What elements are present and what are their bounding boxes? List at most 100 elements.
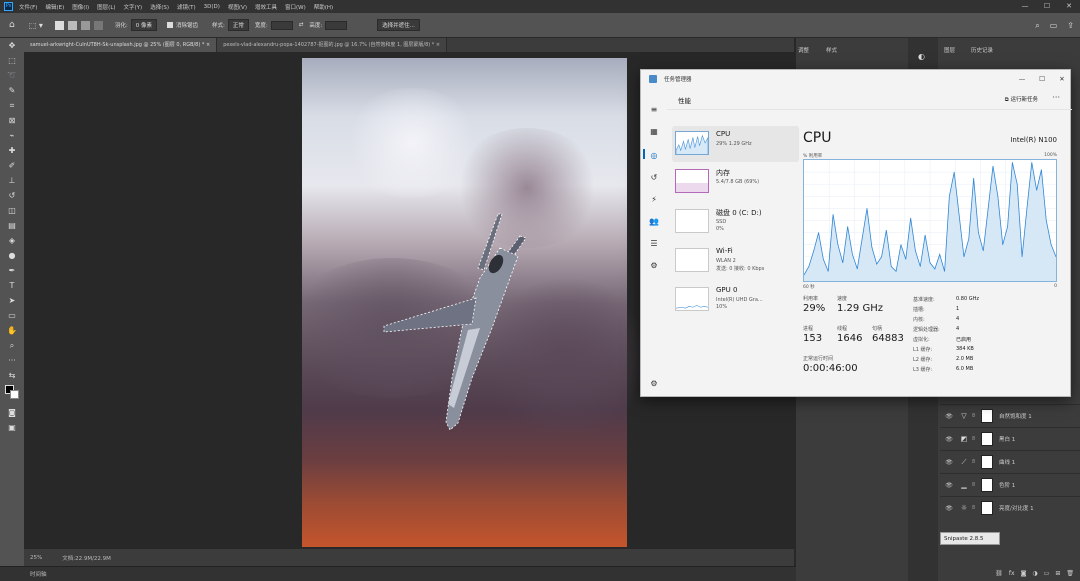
new-group-icon[interactable]: ▭ xyxy=(1044,570,1050,577)
resource-memory[interactable]: 内存 5.4/7.8 GB (69%) xyxy=(672,164,799,200)
add-mask-icon[interactable]: ◙ xyxy=(1021,570,1027,577)
minimize-icon[interactable]: — xyxy=(1012,70,1032,88)
menu-3d[interactable]: 3D(D) xyxy=(204,4,220,10)
layer-name[interactable]: 黑白 1 xyxy=(999,435,1015,443)
marquee-icon[interactable]: ⬚ xyxy=(0,53,24,68)
menu-help[interactable]: 帮助(H) xyxy=(314,3,333,11)
eraser-icon[interactable]: ◫ xyxy=(0,203,24,218)
menu-view[interactable]: 视图(V) xyxy=(228,3,247,11)
more-options-icon[interactable]: ··· xyxy=(1052,93,1060,102)
zoom-icon[interactable]: ⌕ xyxy=(0,338,24,353)
layer-row[interactable]: 👁 ▽ 8 自然饱和度 1 xyxy=(940,404,1080,427)
layer-name[interactable]: 自然饱和度 1 xyxy=(999,412,1032,420)
layer-mask-thumbnail[interactable] xyxy=(981,455,993,469)
zoom-level[interactable]: 25% xyxy=(30,555,42,561)
color-panel-icon[interactable]: ◐ xyxy=(918,52,925,61)
layer-name[interactable]: 亮度/对比度 1 xyxy=(999,504,1034,512)
menu-type[interactable]: 文字(Y) xyxy=(124,3,143,11)
minimize-icon[interactable]: — xyxy=(1014,0,1036,13)
blur-icon[interactable]: ◈ xyxy=(0,233,24,248)
close-icon[interactable]: ✕ xyxy=(1058,0,1080,13)
title-bar[interactable]: 任务管理器 — ☐ ✕ xyxy=(641,70,1072,88)
layer-row[interactable]: 👁 ◩ 8 黑白 1 xyxy=(940,427,1080,450)
visibility-eye-icon[interactable]: 👁 xyxy=(943,436,955,443)
tab-document-2[interactable]: pexels-vlad-alexandru-popa-1402787-抠图的.j… xyxy=(217,38,448,52)
search-icon[interactable]: ⌕ xyxy=(1035,21,1039,31)
details-icon[interactable]: ☰ xyxy=(648,238,660,250)
run-new-task-button[interactable]: ⧉ 运行新任务 xyxy=(1005,95,1038,104)
visibility-eye-icon[interactable]: 👁 xyxy=(943,459,955,466)
tab-document-1[interactable]: samuel-arkwright-CuInUT8H-Sk-unsplash.jp… xyxy=(24,38,218,52)
link-icon[interactable]: 8 xyxy=(972,459,978,465)
color-swatches[interactable] xyxy=(0,383,24,405)
gradient-icon[interactable]: ▤ xyxy=(0,218,24,233)
crop-icon[interactable]: ⌗ xyxy=(0,98,24,113)
quick-select-icon[interactable]: ✎ xyxy=(0,83,24,98)
swap-colors-icon[interactable]: ⇆ xyxy=(0,368,24,383)
layer-row[interactable]: 👁 ☼ 8 亮度/对比度 1 xyxy=(940,496,1080,519)
menu-window[interactable]: 窗口(W) xyxy=(285,3,306,11)
path-select-icon[interactable]: ➤ xyxy=(0,293,24,308)
timeline-tab[interactable]: 时间轴 xyxy=(30,570,47,578)
frame-icon[interactable]: ⊠ xyxy=(0,113,24,128)
resource-cpu[interactable]: CPU 29% 1.29 GHz xyxy=(672,126,799,162)
lasso-icon[interactable]: ➰ xyxy=(0,68,24,83)
layer-name[interactable]: 曲线 1 xyxy=(999,458,1015,466)
new-adjustment-icon[interactable]: ◑ xyxy=(1032,570,1037,577)
width-input[interactable] xyxy=(270,20,293,30)
menu-layer[interactable]: 图层(L) xyxy=(97,3,115,11)
close-tab-icon[interactable]: × xyxy=(436,42,440,48)
share-icon[interactable]: ⇪ xyxy=(1067,21,1074,30)
maximize-icon[interactable]: ☐ xyxy=(1036,0,1058,13)
app-history-icon[interactable]: ↺ xyxy=(648,172,660,184)
selection-add-icon[interactable] xyxy=(67,20,77,30)
brush-icon[interactable]: ✐ xyxy=(0,158,24,173)
dodge-icon[interactable]: ● xyxy=(0,248,24,263)
hand-icon[interactable]: ✋ xyxy=(0,323,24,338)
history-brush-icon[interactable]: ↺ xyxy=(0,188,24,203)
delete-layer-icon[interactable]: 🗑 xyxy=(1066,570,1074,577)
tab-styles[interactable]: 样式 xyxy=(826,46,837,54)
link-layers-icon[interactable]: ⛓ xyxy=(995,570,1003,577)
layer-row[interactable]: 👁 ▁ 8 色阶 1 xyxy=(940,473,1080,496)
resource-gpu[interactable]: GPU 0 Intel(R) UHD Gra... 10% xyxy=(672,282,799,318)
feather-input[interactable]: 0 像素 xyxy=(130,19,157,31)
screen-mode-icon[interactable]: ▣ xyxy=(0,420,24,435)
eyedropper-icon[interactable]: ⌁ xyxy=(0,128,24,143)
layer-row[interactable]: 👁 ⟋ 8 曲线 1 xyxy=(940,450,1080,473)
move-tool-icon[interactable]: ✥ xyxy=(0,38,24,53)
fx-icon[interactable]: fx xyxy=(1009,570,1015,577)
selection-subtract-icon[interactable] xyxy=(80,20,90,30)
link-icon[interactable]: 8 xyxy=(972,482,978,488)
tab-adjustments[interactable]: 调整 xyxy=(798,46,809,54)
workspace-icon[interactable]: ▭ xyxy=(1050,21,1058,30)
more-tools-icon[interactable]: ··· xyxy=(0,353,24,368)
visibility-eye-icon[interactable]: 👁 xyxy=(943,413,955,420)
layer-mask-thumbnail[interactable] xyxy=(981,409,993,423)
services-icon[interactable]: ⚙ xyxy=(648,260,660,272)
menu-edit[interactable]: 编辑(E) xyxy=(45,3,64,11)
link-icon[interactable]: 8 xyxy=(972,413,978,419)
height-input[interactable] xyxy=(325,20,348,30)
resource-disk[interactable]: 磁盘 0 (C: D:) SSD 0% xyxy=(672,204,799,240)
home-icon[interactable]: ⌂ xyxy=(9,20,15,30)
settings-icon[interactable]: ⚙ xyxy=(648,378,660,390)
resource-wifi[interactable]: Wi-Fi WLAN 2 发送: 0 接收: 0 Kbps xyxy=(672,243,799,279)
select-and-mask-button[interactable]: 选择并遮住... xyxy=(377,19,420,31)
maximize-icon[interactable]: ☐ xyxy=(1032,70,1052,88)
stamp-icon[interactable]: ⊥ xyxy=(0,173,24,188)
tab-layers[interactable]: 图层 xyxy=(944,46,955,54)
visibility-eye-icon[interactable]: 👁 xyxy=(943,482,955,489)
marquee-tool-icon[interactable]: ⬚ ▾ xyxy=(29,21,43,30)
link-icon[interactable]: 8 xyxy=(972,505,978,511)
style-select[interactable]: 正常 xyxy=(227,19,249,31)
menu-filter[interactable]: 滤镜(T) xyxy=(177,3,196,11)
hamburger-menu-icon[interactable]: ≡ xyxy=(648,104,660,116)
quick-mask-icon[interactable]: ◙ xyxy=(0,405,24,420)
rectangle-icon[interactable]: ▭ xyxy=(0,308,24,323)
tab-history[interactable]: 历史记录 xyxy=(971,46,993,54)
healing-icon[interactable]: ✚ xyxy=(0,143,24,158)
layer-mask-thumbnail[interactable] xyxy=(981,501,993,515)
type-icon[interactable]: T xyxy=(0,278,24,293)
new-layer-icon[interactable]: ⊞ xyxy=(1055,570,1060,577)
